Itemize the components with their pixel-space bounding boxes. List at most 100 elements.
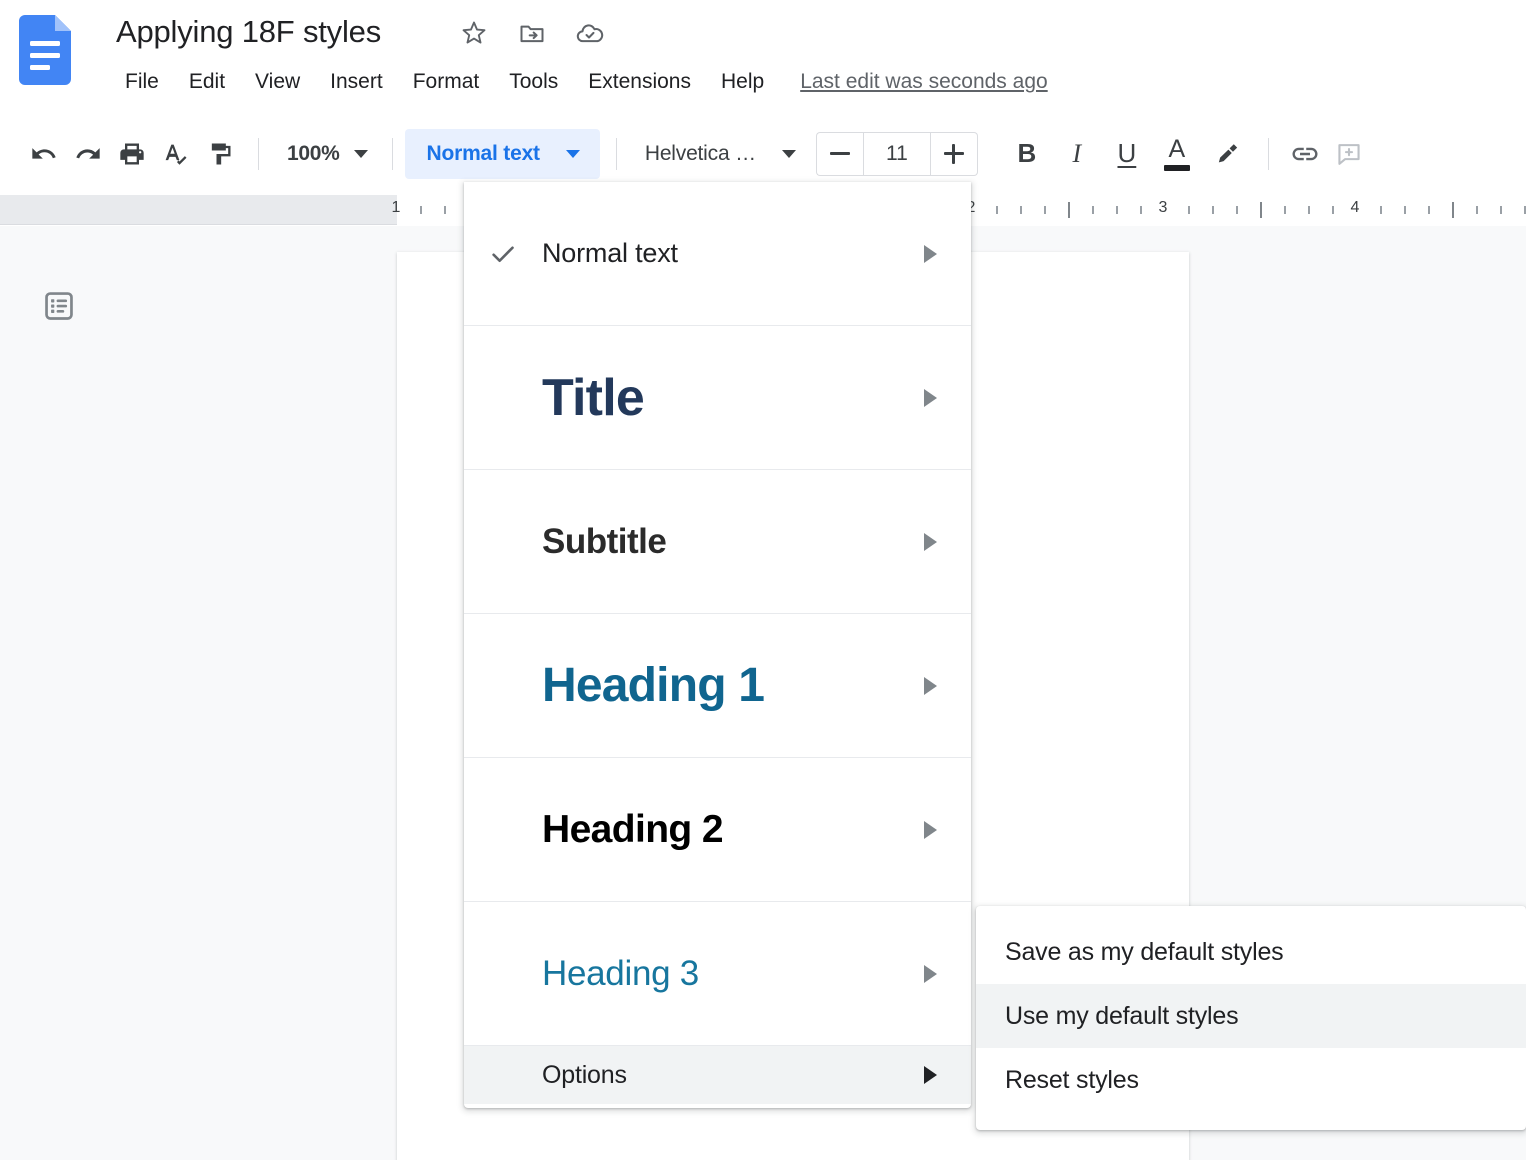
last-edit-status[interactable]: Last edit was seconds ago — [800, 70, 1048, 94]
style-menu-item-subtitle[interactable]: Subtitle — [464, 470, 971, 614]
chevron-right-icon — [924, 389, 937, 407]
increase-font-size-button[interactable] — [931, 132, 978, 176]
ruler-tick — [1260, 202, 1262, 218]
ruler-tick — [996, 206, 998, 214]
paragraph-style-dropdown[interactable]: Normal text — [405, 129, 600, 179]
menu-item-format[interactable]: Format — [398, 66, 495, 98]
ruler-tick — [1140, 206, 1142, 214]
font-family-label: Helvetica … — [645, 142, 756, 166]
ruler-tick — [1212, 206, 1214, 214]
spellcheck-icon[interactable] — [154, 132, 198, 176]
cloud-saved-icon[interactable] — [574, 17, 606, 49]
toolbar-separator — [392, 138, 393, 170]
options-submenu: Save as my default styles Use my default… — [976, 906, 1526, 1130]
font-size-stepper: 11 — [816, 132, 978, 176]
google-docs-logo-icon[interactable] — [19, 15, 71, 85]
document-title[interactable]: Applying 18F styles — [116, 14, 381, 50]
style-menu-label: Normal text — [542, 238, 924, 269]
italic-label: I — [1073, 139, 1082, 169]
style-menu-item-normal-text[interactable]: Normal text — [464, 182, 971, 326]
style-menu-label: Heading 3 — [542, 954, 924, 994]
document-outline-icon[interactable] — [38, 285, 80, 327]
submenu-item-use-my-default-styles[interactable]: Use my default styles — [976, 984, 1526, 1048]
paragraph-styles-menu: Normal text Title Subtitle Heading 1 Hea… — [464, 182, 971, 1108]
italic-button[interactable]: I — [1052, 132, 1102, 176]
font-family-dropdown[interactable]: Helvetica … — [631, 132, 810, 176]
ruler-tick — [1380, 206, 1382, 214]
ruler-tick — [1476, 206, 1478, 214]
bold-label: B — [1017, 138, 1036, 169]
bold-button[interactable]: B — [1002, 132, 1052, 176]
zoom-level-dropdown[interactable]: 100% — [273, 132, 382, 176]
redo-icon[interactable] — [66, 132, 110, 176]
ruler-tick — [1332, 206, 1334, 214]
ruler-tick — [1092, 206, 1094, 214]
star-icon[interactable] — [458, 17, 490, 49]
text-color-button[interactable]: A — [1152, 132, 1202, 176]
title-bar: Applying 18F styles File Edit View — [0, 0, 1526, 112]
menu-item-view[interactable]: View — [240, 66, 315, 98]
submenu-item-save-as-my-default-styles[interactable]: Save as my default styles — [976, 920, 1526, 984]
menu-item-tools[interactable]: Tools — [494, 66, 573, 98]
text-color-label: A — [1169, 137, 1186, 162]
style-menu-item-heading-3[interactable]: Heading 3 — [464, 902, 971, 1046]
highlight-color-icon[interactable] — [1202, 132, 1252, 176]
menu-item-help[interactable]: Help — [706, 66, 779, 98]
plus-icon — [944, 144, 964, 164]
ruler-tick — [1500, 206, 1502, 214]
ruler-tick — [1284, 206, 1286, 214]
paragraph-style-label: Normal text — [427, 142, 540, 166]
print-icon[interactable] — [110, 132, 154, 176]
style-menu-label: Subtitle — [542, 522, 924, 562]
style-menu-item-title[interactable]: Title — [464, 326, 971, 470]
insert-link-icon[interactable] — [1283, 132, 1327, 176]
ruler-tick — [1116, 206, 1118, 214]
ruler-tick — [420, 206, 422, 214]
ruler-number: 3 — [1159, 199, 1168, 217]
chevron-right-icon — [924, 677, 937, 695]
decrease-font-size-button[interactable] — [816, 132, 863, 176]
style-menu-label: Title — [542, 368, 924, 428]
chevron-right-icon — [924, 533, 937, 551]
style-menu-label: Heading 1 — [542, 658, 924, 713]
style-menu-label: Options — [542, 1061, 924, 1090]
ruler-tick — [1020, 206, 1022, 214]
ruler-tick — [1068, 202, 1070, 218]
toolbar-separator — [258, 138, 259, 170]
add-comment-icon[interactable] — [1327, 132, 1371, 176]
move-to-folder-icon[interactable] — [516, 17, 548, 49]
zoom-level-label: 100% — [287, 142, 340, 166]
menu-item-extensions[interactable]: Extensions — [573, 66, 706, 98]
chevron-right-icon — [924, 1066, 937, 1084]
ruler-tick — [1188, 206, 1190, 214]
style-menu-label: Heading 2 — [542, 808, 924, 852]
ruler-tick — [1404, 206, 1406, 214]
font-size-input[interactable]: 11 — [863, 132, 931, 176]
style-menu-item-options[interactable]: Options — [464, 1046, 971, 1104]
menu-item-insert[interactable]: Insert — [315, 66, 398, 98]
google-docs-window: Applying 18F styles File Edit View — [0, 0, 1526, 1160]
style-menu-item-heading-1[interactable]: Heading 1 — [464, 614, 971, 758]
ruler-number: 1 — [392, 199, 401, 217]
chevron-down-icon — [354, 150, 368, 158]
ruler-tick — [1428, 206, 1430, 214]
underline-label: U — [1117, 138, 1136, 169]
undo-icon[interactable] — [22, 132, 66, 176]
chevron-right-icon — [924, 245, 937, 263]
underline-button[interactable]: U — [1102, 132, 1152, 176]
minus-icon — [830, 152, 850, 155]
title-action-icons — [458, 17, 606, 49]
ruler-tick — [1236, 206, 1238, 214]
toolbar-separator — [616, 138, 617, 170]
submenu-item-reset-styles[interactable]: Reset styles — [976, 1048, 1526, 1112]
ruler-number: 4 — [1351, 199, 1360, 217]
check-icon — [464, 239, 542, 269]
menu-item-file[interactable]: File — [110, 66, 174, 98]
menu-item-edit[interactable]: Edit — [174, 66, 240, 98]
style-menu-item-heading-2[interactable]: Heading 2 — [464, 758, 971, 902]
chevron-right-icon — [924, 821, 937, 839]
toolbar-separator — [1268, 138, 1269, 170]
ruler-tick — [444, 206, 446, 214]
paint-format-icon[interactable] — [198, 132, 242, 176]
chevron-right-icon — [924, 965, 937, 983]
